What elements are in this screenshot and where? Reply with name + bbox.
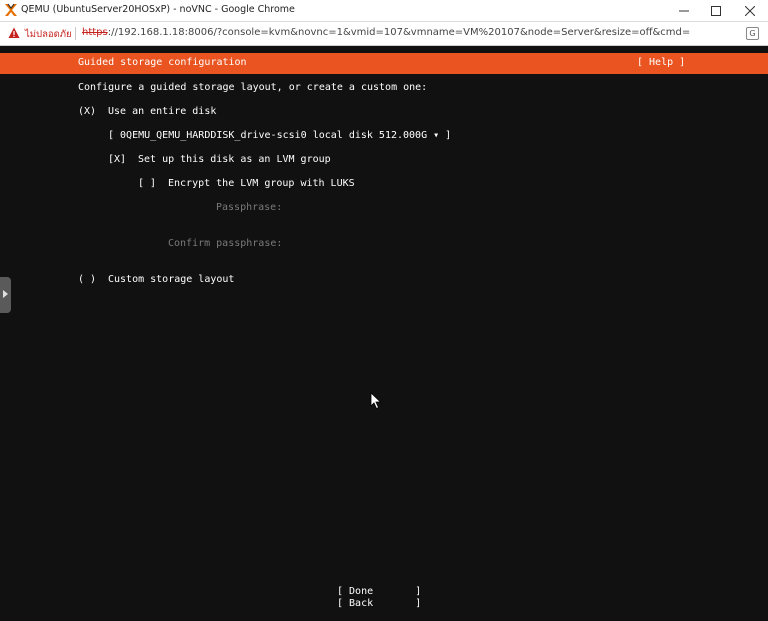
vnc-console[interactable]: Guided storage configuration [ Help ] Co… <box>0 47 768 621</box>
confirm-passphrase-field[interactable]: Confirm passphrase: <box>168 238 282 249</box>
security-status-label[interactable]: ไม่ปลอดภัย <box>25 27 72 42</box>
mouse-pointer-icon <box>370 392 382 410</box>
close-button[interactable] <box>736 0 764 22</box>
warning-triangle-icon[interactable] <box>8 27 20 39</box>
installer-header: Guided storage configuration [ Help ] <box>0 53 768 74</box>
done-button[interactable]: [ Done ] <box>337 586 421 597</box>
encrypt-checkbox[interactable]: [ ] <box>138 178 156 189</box>
minimize-button[interactable] <box>670 0 698 22</box>
disk-select[interactable]: [ 0QEMU_QEMU_HARDDISK_drive-scsi0 local … <box>108 130 451 141</box>
translate-icon[interactable]: G <box>746 27 759 40</box>
proxmox-x-icon <box>5 3 17 16</box>
url-rest: ://192.168.1.18:8006/?console=kvm&novnc=… <box>107 27 691 38</box>
custom-layout-radio[interactable]: ( ) <box>78 274 96 285</box>
custom-layout-label[interactable]: Custom storage layout <box>108 274 234 285</box>
lvm-label[interactable]: Set up this disk as an LVM group <box>138 154 331 165</box>
novnc-control-bar-handle[interactable] <box>0 277 11 313</box>
close-icon <box>745 6 755 16</box>
intro-text: Configure a guided storage layout, or cr… <box>78 82 428 93</box>
lvm-checkbox[interactable]: [X] <box>108 154 126 165</box>
url-field[interactable]: https://192.168.1.18:8006/?console=kvm&n… <box>82 27 690 38</box>
entire-disk-label[interactable]: Use an entire disk <box>108 106 216 117</box>
divider <box>75 27 76 40</box>
address-bar: ไม่ปลอดภัย https://192.168.1.18:8006/?co… <box>0 22 768 46</box>
chevron-right-icon <box>3 290 8 298</box>
window-titlebar: QEMU (UbuntuServer20HOSxP) - noVNC - Goo… <box>0 0 768 22</box>
entire-disk-radio[interactable]: (X) <box>78 106 96 117</box>
minimize-icon <box>679 10 689 12</box>
maximize-button[interactable] <box>702 0 730 22</box>
help-button[interactable]: [ Help ] <box>637 57 685 68</box>
window-title: QEMU (UbuntuServer20HOSxP) - noVNC - Goo… <box>21 4 295 15</box>
page-title: Guided storage configuration <box>78 57 247 68</box>
encrypt-label[interactable]: Encrypt the LVM group with LUKS <box>168 178 355 189</box>
back-button[interactable]: [ Back ] <box>337 598 421 609</box>
url-scheme: https <box>82 27 108 38</box>
maximize-icon <box>711 6 721 16</box>
passphrase-field[interactable]: Passphrase: <box>216 202 282 213</box>
